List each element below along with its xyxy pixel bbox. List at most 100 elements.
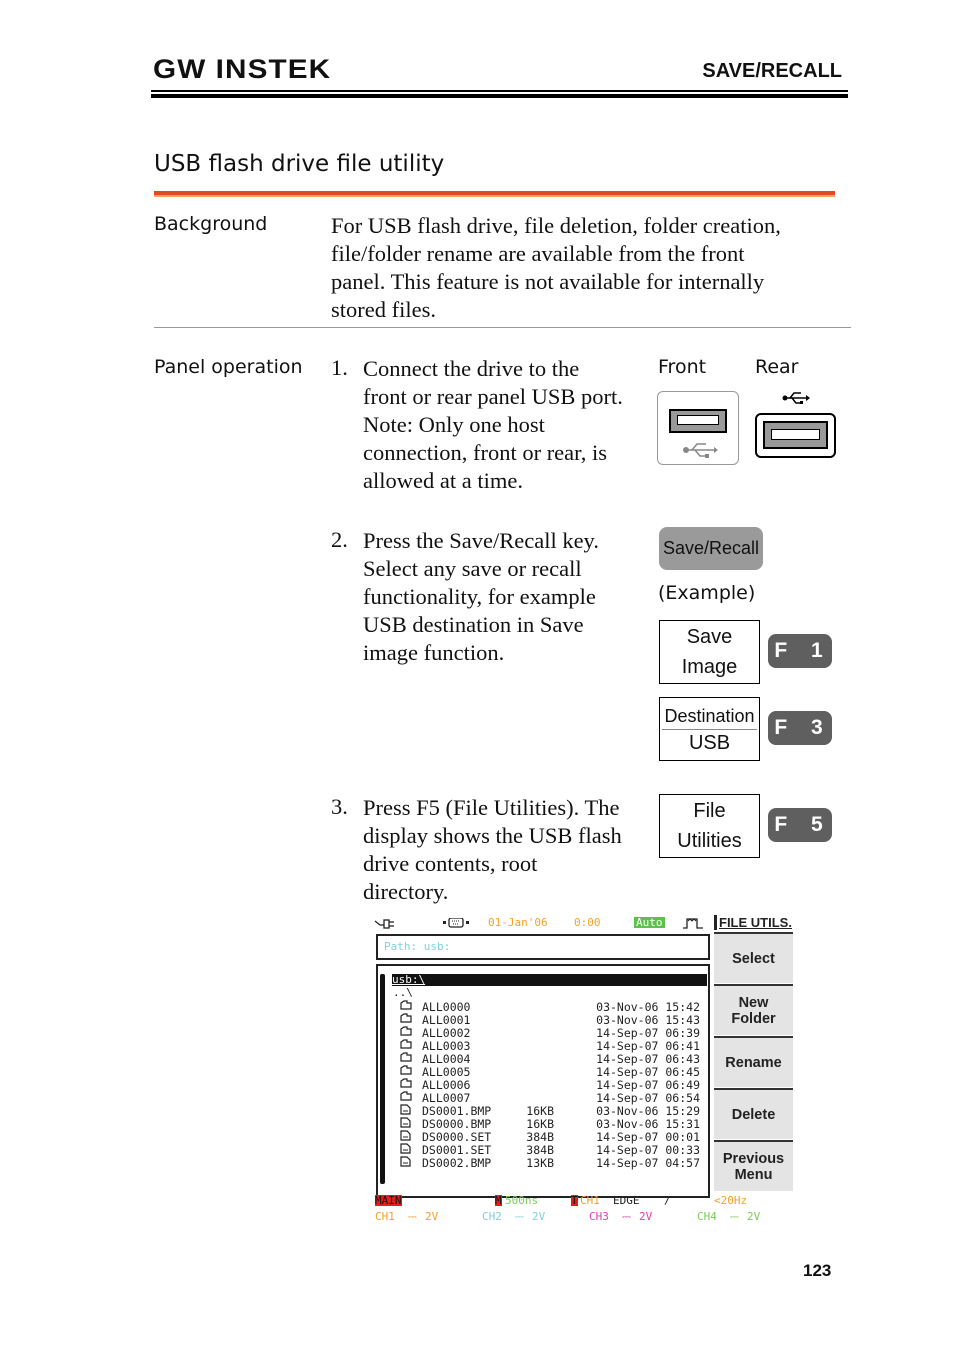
timebase-marker: M <box>495 1194 502 1207</box>
menu-line: Utilities <box>677 830 742 852</box>
softkey-new-folder[interactable]: New Folder <box>714 984 793 1035</box>
step-line: connection, front or rear, is <box>363 440 608 465</box>
dc-coupling-icon: ⎓ <box>622 1210 631 1223</box>
channel-scale: 2V <box>747 1210 761 1223</box>
step-line: directory. <box>363 879 449 904</box>
file-row[interactable]: ALL0004 14-Sep-07 06:43 <box>392 1052 702 1066</box>
channel-scale: 2V <box>425 1210 439 1223</box>
serial-port-icon <box>443 918 469 928</box>
file-size: 13KB <box>526 1156 554 1170</box>
channel-scale: 2V <box>639 1210 653 1223</box>
file-row[interactable]: ALL0001 03-Nov-06 15:43 <box>392 1013 702 1027</box>
panel-operation-label: Panel operation <box>154 356 303 378</box>
file-icon <box>400 1130 411 1144</box>
dc-coupling-icon: ⎓ <box>515 1210 524 1223</box>
file-datetime: 14-Sep-07 00:01 <box>596 1130 700 1144</box>
folder-icon <box>400 1026 412 1039</box>
folder-icon <box>400 1052 412 1065</box>
file-icon <box>400 1117 411 1131</box>
menu-line: Save <box>686 626 733 648</box>
file-row[interactable]: ALL0007 14-Sep-07 06:54 <box>392 1091 702 1105</box>
file-icon <box>400 1156 411 1170</box>
usb-plug <box>763 421 828 449</box>
trigger-slope: / <box>664 1194 671 1207</box>
title-rule-light <box>154 195 835 197</box>
step-line: Select any save or recall <box>363 556 582 581</box>
section-divider <box>154 327 851 328</box>
parent-dir[interactable]: ..\ <box>393 986 413 999</box>
channel-scale: 2V <box>532 1210 546 1223</box>
folder-icon <box>400 1013 412 1026</box>
softkey-previous-menu[interactable]: Previous Menu <box>714 1140 793 1191</box>
trigger-source: CH1 <box>580 1194 600 1207</box>
folder-icon <box>400 1078 412 1091</box>
softkey-select[interactable]: Select <box>714 932 793 983</box>
file-datetime: 03-Nov-06 15:29 <box>596 1104 700 1118</box>
f1-key[interactable]: F 1 <box>768 634 832 668</box>
folder-icon <box>400 1039 412 1052</box>
step-3-text: Press F5 (File Utilities). The display s… <box>363 794 622 906</box>
channel-name: CH2 <box>482 1210 502 1223</box>
file-row[interactable]: ALL0005 14-Sep-07 06:45 <box>392 1065 702 1079</box>
file-datetime: 14-Sep-07 06:39 <box>596 1026 700 1040</box>
file-row[interactable]: DS0002.BMP 13KB 14-Sep-07 04:57 <box>392 1156 702 1170</box>
scrollbar[interactable] <box>380 974 385 1184</box>
scope-time: 0:00 <box>574 916 601 929</box>
file-name: ALL0000 <box>422 1000 471 1014</box>
scope-menu-title: FILE UTILS. <box>714 915 792 930</box>
background-line: file/folder rename are available from th… <box>331 241 745 266</box>
file-size: 16KB <box>526 1117 554 1131</box>
softkey-label: Select <box>732 950 775 967</box>
file-name: DS0000.SET <box>422 1130 492 1144</box>
file-row[interactable]: DS0000.BMP 16KB 03-Nov-06 15:31 <box>392 1117 702 1131</box>
path-field: Path: usb: <box>376 934 710 960</box>
usb-rear-port[interactable] <box>755 413 836 458</box>
file-row[interactable]: DS0001.SET 384B 14-Sep-07 00:33 <box>392 1143 702 1157</box>
dc-coupling-icon: ⎓ <box>730 1210 739 1223</box>
file-row[interactable]: DS0000.SET 384B 14-Sep-07 00:01 <box>392 1130 702 1144</box>
file-row[interactable]: ALL0000 03-Nov-06 15:42 <box>392 1000 702 1014</box>
section-title: SAVE/RECALL <box>702 60 842 82</box>
channel-name: CH3 <box>589 1210 609 1223</box>
softkey-label: Delete <box>731 1106 776 1123</box>
file-icon <box>400 1143 411 1157</box>
menu-file-utilities[interactable]: File Utilities <box>659 794 760 858</box>
step-line: functionality, for example <box>363 584 596 609</box>
brand-logo: GW INSTEK <box>153 54 332 84</box>
trigger-type: EDGE <box>613 1194 640 1207</box>
usb-slot <box>771 429 820 440</box>
file-row[interactable]: DS0001.BMP 16KB 03-Nov-06 15:29 <box>392 1104 702 1118</box>
scope-date: 01-Jan'06 <box>488 916 548 929</box>
f3-key[interactable]: F 3 <box>768 711 832 745</box>
file-name: DS0000.BMP <box>422 1117 492 1131</box>
menu-destination[interactable]: Destination USB <box>659 697 760 761</box>
path-text: Path: usb: <box>384 940 451 953</box>
header-rule-thick <box>151 94 848 98</box>
file-row[interactable]: ALL0002 14-Sep-07 06:39 <box>392 1026 702 1040</box>
file-datetime: 14-Sep-07 00:33 <box>596 1143 700 1157</box>
usb-front-port[interactable] <box>657 391 739 465</box>
current-dir: usb:\ <box>392 973 426 986</box>
folder-icon <box>400 1065 412 1078</box>
menu-save-image[interactable]: Save Image <box>659 620 760 684</box>
file-datetime: 03-Nov-06 15:31 <box>596 1117 700 1131</box>
step-1-text: Connect the drive to the front or rear p… <box>363 355 623 495</box>
file-name: ALL0001 <box>422 1013 471 1027</box>
trigger-frequency: <20Hz <box>714 1194 748 1207</box>
current-dir-bar: usb:\ <box>392 973 707 986</box>
save-recall-key[interactable]: Save/Recall <box>659 527 763 570</box>
menu-title: Destination <box>662 703 757 730</box>
menu-line: File <box>693 800 726 822</box>
background-line: panel. This feature is not available for… <box>331 269 765 294</box>
file-datetime: 03-Nov-06 15:42 <box>596 1000 700 1014</box>
file-row[interactable]: ALL0006 14-Sep-07 06:49 <box>392 1078 702 1092</box>
softkey-delete[interactable]: Delete <box>714 1088 793 1139</box>
softkey-rename[interactable]: Rename <box>714 1036 793 1087</box>
background-text: For USB flash drive, file deletion, fold… <box>331 212 781 324</box>
acquire-waveform-icon <box>683 918 703 929</box>
file-name: ALL0006 <box>422 1078 471 1092</box>
folder-icon <box>400 1000 412 1013</box>
f5-key[interactable]: F 5 <box>768 808 832 842</box>
background-line: stored files. <box>331 297 436 322</box>
file-row[interactable]: ALL0003 14-Sep-07 06:41 <box>392 1039 702 1053</box>
